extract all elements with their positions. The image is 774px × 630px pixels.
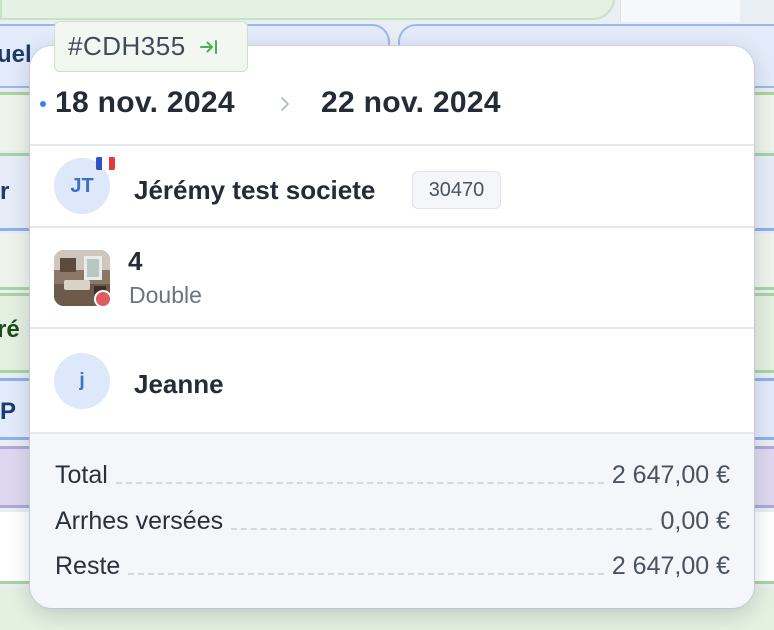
client-initials: JT <box>70 174 94 197</box>
dotted-leader <box>115 482 604 484</box>
staff-avatar[interactable]: j <box>54 353 110 409</box>
total-row: Total 2 647,00 € <box>55 460 730 490</box>
total-label: Total <box>55 461 108 489</box>
staff-initial: j <box>79 370 85 391</box>
deposit-value: 0,00 € <box>660 507 730 535</box>
balance-value: 2 647,00 € <box>611 552 730 580</box>
room-type: Double <box>129 282 202 308</box>
divider <box>30 144 754 146</box>
france-flag-icon <box>96 157 115 170</box>
client-name[interactable]: Jérémy test societe <box>134 175 375 206</box>
room-number[interactable]: 4 <box>128 246 142 277</box>
status-dot <box>40 101 46 107</box>
planner-cell[interactable] <box>0 0 615 20</box>
arrow-to-right-icon <box>199 39 217 54</box>
room-status-dot <box>94 290 112 308</box>
booking-reference-chip[interactable]: #CDH355 <box>54 21 248 72</box>
dotted-leader <box>128 573 604 575</box>
planner-booking-label: P <box>0 398 17 425</box>
planner-booking-label: uel <box>0 41 32 68</box>
divider <box>30 327 754 329</box>
planner-booking-label: r <box>0 178 10 205</box>
balance-label: Reste <box>55 552 121 580</box>
planner-booking-label: ré <box>0 316 20 343</box>
planner-cell[interactable] <box>620 0 740 22</box>
divider <box>30 226 754 228</box>
client-postal-code: 30470 <box>412 171 501 209</box>
balance-row: Reste 2 647,00 € <box>55 551 730 581</box>
check-out-date: 22 nov. 2024 <box>321 86 501 119</box>
dotted-leader <box>231 528 653 530</box>
total-value: 2 647,00 € <box>611 461 730 489</box>
deposit-label: Arrhes versées <box>55 507 224 535</box>
staff-name[interactable]: Jeanne <box>134 369 224 400</box>
booking-reference: #CDH355 <box>68 31 186 61</box>
chevron-right-icon <box>281 97 289 111</box>
deposit-row: Arrhes versées 0,00 € <box>55 506 730 536</box>
check-in-date: 18 nov. 2024 <box>55 86 235 119</box>
